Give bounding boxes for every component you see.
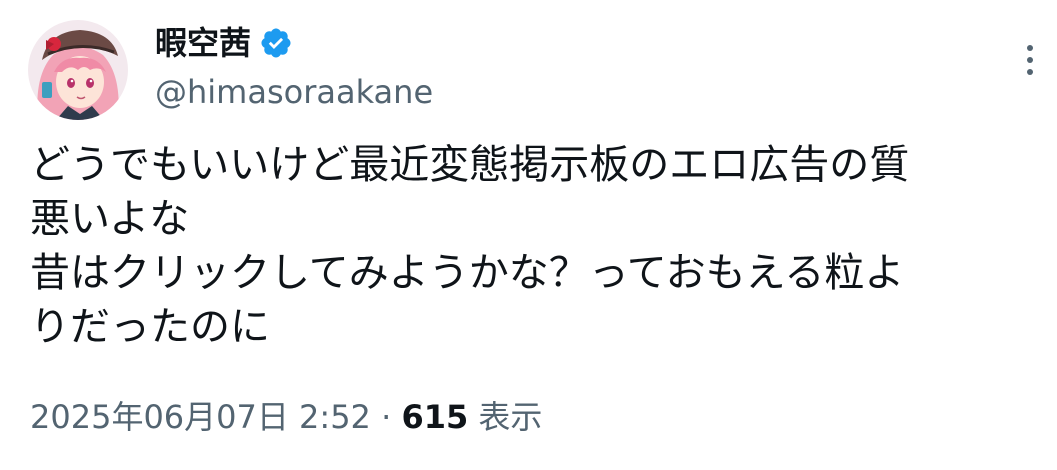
tweet-text: どうでもいいけど最近変態掲示板のエロ広告の質 悪いよな 昔はクリックしてみようか… [30, 138, 1040, 354]
verified-badge-icon[interactable] [259, 26, 293, 60]
views-count: 615 [401, 398, 469, 436]
author-name-row: 暇空茜 [155, 20, 293, 66]
author-handle[interactable]: @himasoraakane [155, 70, 433, 114]
meta-separator: · [381, 398, 392, 436]
tweet-card[interactable]: 暇空茜 @himasoraakane どうでもいいけど最近変態掲示板のエロ広告の… [0, 0, 1057, 470]
tweet-text-line: 昔はクリックしてみようかな？っておもえる粒よ [30, 250, 905, 296]
avatar[interactable] [28, 20, 128, 120]
tweet-meta: 2025年06月07日 2:52 · 615 表示 [30, 392, 542, 442]
author-display-name[interactable]: 暇空茜 [155, 20, 251, 66]
tweet-text-line: りだったのに [30, 304, 270, 350]
timestamp-link[interactable]: 2025年06月07日 2:52 [30, 398, 371, 436]
tweet-text-line: 悪いよな [30, 196, 190, 242]
avatar-image [28, 20, 128, 120]
more-vertical-icon[interactable] [1018, 40, 1042, 80]
views-label: 表示 [478, 398, 543, 436]
tweet-text-line: どうでもいいけど最近変態掲示板のエロ広告の質 [30, 142, 910, 188]
